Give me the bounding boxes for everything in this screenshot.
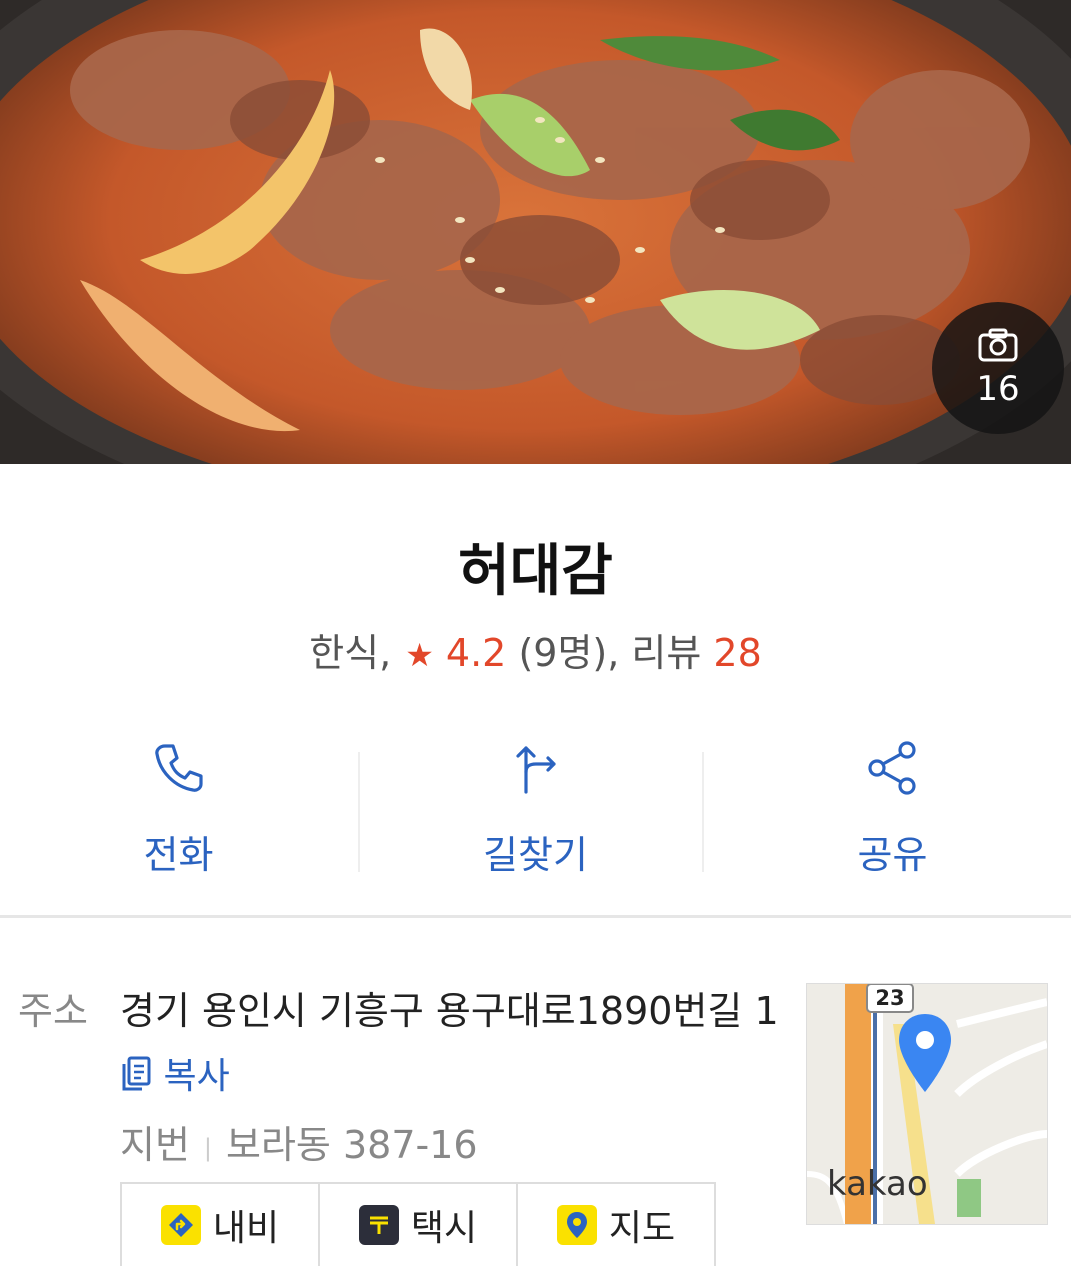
- review-label: 리뷰: [631, 631, 702, 675]
- separator: |: [203, 1133, 213, 1162]
- camera-icon: [978, 328, 1018, 362]
- directions-button[interactable]: 길찾기: [357, 740, 714, 880]
- review-count[interactable]: 28: [713, 631, 761, 675]
- section-divider: [0, 915, 1071, 918]
- call-button[interactable]: 전화: [0, 740, 357, 880]
- place-photo[interactable]: 16: [0, 0, 1071, 464]
- place-meta: 한식, ★ 4.2 (9명), 리뷰 28: [0, 622, 1071, 677]
- copy-icon: [122, 1056, 151, 1091]
- address-label: 주소: [18, 989, 88, 1033]
- navi-label: 내비: [212, 1208, 280, 1249]
- share-button[interactable]: 공유: [714, 740, 1071, 880]
- place-title: 허대감: [458, 539, 613, 604]
- rating: 4.2: [445, 631, 507, 675]
- address-text: 경기 용인시 기흥구 용구대로1890번길 1: [120, 989, 779, 1033]
- jibun-value: 보라동 387-16: [226, 1123, 478, 1167]
- nav-button-row: 내비 택시 지도: [120, 1182, 716, 1266]
- navi-button[interactable]: 내비: [122, 1184, 320, 1266]
- road-number: 23: [875, 986, 905, 1010]
- copy-address-button[interactable]: 복사: [120, 1056, 230, 1097]
- copy-label: 복사: [163, 1056, 230, 1097]
- kakao-logo: kakao: [827, 1164, 928, 1204]
- directions-label: 길찾기: [483, 833, 588, 877]
- action-divider: [702, 752, 704, 872]
- action-divider: [358, 752, 360, 872]
- phone-icon: [154, 744, 203, 792]
- category: 한식,: [309, 631, 392, 675]
- map-button[interactable]: 지도: [518, 1184, 714, 1266]
- food-photo: [0, 0, 1071, 464]
- photo-count-badge[interactable]: 16: [932, 302, 1064, 434]
- map-label: 지도: [608, 1208, 676, 1249]
- share-icon: [867, 741, 916, 795]
- map-pin-icon: [556, 1205, 597, 1245]
- navi-icon: [160, 1205, 201, 1245]
- share-label: 공유: [857, 833, 928, 877]
- star-icon: ★: [405, 636, 434, 674]
- mini-map[interactable]: 23 kakao: [806, 983, 1048, 1225]
- directions-icon: [515, 746, 556, 794]
- call-label: 전화: [143, 833, 214, 877]
- action-bar: 전화 길찾기 공유: [0, 740, 1071, 880]
- rating-count: (9명),: [518, 631, 620, 675]
- address-block: 경기 용인시 기흥구 용구대로1890번길 1 복사: [120, 980, 780, 1108]
- taxi-icon: [358, 1205, 399, 1245]
- jibun-row: 지번 | 보라동 387-16: [120, 1114, 478, 1169]
- photo-count: 16: [976, 369, 1020, 409]
- taxi-button[interactable]: 택시: [320, 1184, 518, 1266]
- taxi-label: 택시: [410, 1208, 478, 1249]
- jibun-label: 지번: [120, 1123, 190, 1167]
